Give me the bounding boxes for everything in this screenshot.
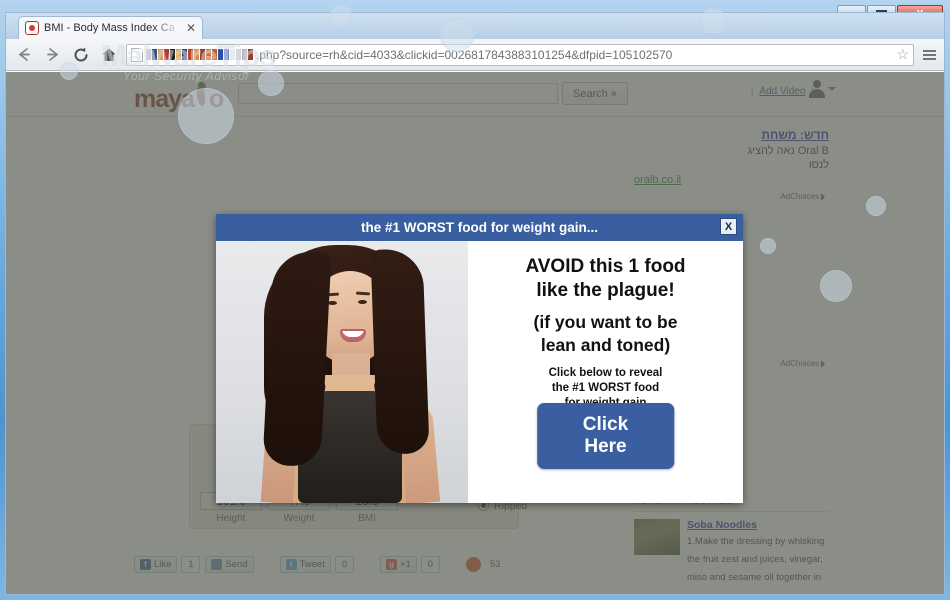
bookmark-star-icon[interactable]: ☆: [892, 46, 909, 63]
popup-line-4: lean and toned): [540, 335, 671, 355]
forward-icon[interactable]: [42, 44, 63, 65]
tab-close-icon[interactable]: ✕: [184, 21, 198, 35]
popup-ad-title: the #1 WORST food for weight gain...: [361, 220, 598, 235]
google-plus-label: +1: [399, 559, 411, 570]
sidebar-ad-1-line2: לנסו: [808, 159, 829, 171]
facebook-like-button[interactable]: f Like: [134, 556, 178, 573]
google-plus-group[interactable]: g +1 0: [379, 556, 440, 573]
social-share-bar: f Like 1 Send t Tweet 0 g +1 0 53: [134, 556, 505, 573]
site-logo[interactable]: maya o: [134, 82, 224, 114]
height-label: Height: [216, 513, 246, 524]
facebook-like-group[interactable]: f Like 1: [134, 556, 201, 573]
logo-text-part1: maya: [134, 85, 195, 113]
popup-line-1: AVOID this 1 food: [525, 256, 686, 277]
tab-strip: BMI - Body Mass Index Ca ✕: [6, 13, 944, 39]
popup-close-icon[interactable]: X: [720, 218, 737, 235]
tab-bmi-calculator[interactable]: BMI - Body Mass Index Ca ✕: [18, 16, 203, 39]
healthy-recipes-panel: HEALTHY RECIPES Soba Noodles 1.Make the …: [634, 496, 829, 594]
adchoices-triangle-icon-2: [821, 359, 829, 368]
chrome-browser: BMI - Body Mass Index Ca ✕ .php?source=r…: [5, 12, 945, 595]
popup-line-5: Click below to reveal: [548, 367, 663, 379]
chrome-menu-icon[interactable]: [921, 49, 936, 60]
other-share-group[interactable]: 53: [465, 556, 506, 573]
header-links: | Add Video |: [751, 86, 814, 97]
click-here-button[interactable]: Click Here: [536, 403, 675, 469]
popup-ad: the #1 WORST food for weight gain... X A…: [216, 214, 743, 503]
other-share-count: 53: [489, 559, 501, 570]
site-favicon-icon: [25, 21, 39, 35]
add-video-link[interactable]: Add Video: [759, 86, 805, 97]
popup-line-3: (if you want to be: [533, 312, 678, 332]
google-plus-button[interactable]: g +1: [379, 556, 417, 573]
twitter-tweet-button[interactable]: t Tweet: [279, 556, 331, 573]
reload-icon[interactable]: [70, 44, 91, 65]
os-window: X BMI - Body Mass Index Ca ✕: [0, 0, 950, 600]
sidebar-ad-1-title[interactable]: חדש: משחת: [634, 128, 829, 142]
avatar-icon: [809, 80, 825, 98]
popup-ad-body: AVOID this 1 food like the plague! (if y…: [216, 241, 743, 503]
adchoices-triangle-icon: [821, 192, 829, 201]
browser-toolbar: .php?source=rh&cid=4033&clickid=00268178…: [6, 39, 944, 71]
adchoices-1[interactable]: AdChoices: [634, 192, 829, 201]
search-input[interactable]: [238, 83, 558, 104]
recipe-thumbnail[interactable]: [634, 519, 680, 555]
popup-ad-header: the #1 WORST food for weight gain... X: [216, 214, 743, 241]
address-bar[interactable]: .php?source=rh&cid=4033&clickid=00268178…: [126, 43, 914, 66]
facebook-send-button[interactable]: Send: [205, 556, 254, 573]
separator-left: |: [750, 86, 754, 97]
url-text: .php?source=rh&cid=4033&clickid=00268178…: [256, 47, 673, 62]
redacted-url-prefix: [146, 49, 253, 60]
twitter-bird-icon: t: [285, 559, 297, 570]
recipe-desc-soba: 1.Make the dressing by whisking the frui…: [687, 536, 825, 594]
google-plus-icon: g: [385, 559, 397, 570]
facebook-icon: f: [140, 559, 151, 570]
facebook-like-count: 1: [181, 556, 201, 573]
user-menu[interactable]: [809, 80, 836, 98]
recipe-item[interactable]: Soba Noodles 1.Make the dressing by whis…: [634, 512, 829, 594]
google-plus-count: 0: [420, 556, 440, 573]
sidebar-ad-1[interactable]: חדש: משחת Oral B נאה להציג לנסו oralb.co…: [634, 124, 829, 201]
site-header: maya o Search » | Add Video |: [6, 72, 944, 117]
popup-line-2: like the plague!: [536, 280, 675, 301]
sidebar-ad-1-url[interactable]: oralb.co.il: [634, 174, 829, 186]
bmi-label: BMI: [358, 513, 376, 524]
tab-title: BMI - Body Mass Index Ca: [44, 22, 175, 34]
facebook-send-label: Send: [225, 559, 248, 570]
page-viewport: maya o Search » | Add Video | Height Wei…: [6, 72, 944, 594]
chevron-down-icon: [828, 86, 836, 95]
home-icon[interactable]: [98, 44, 119, 65]
logo-text-part2: o: [208, 85, 224, 113]
adchoices-1-label: AdChoices: [780, 192, 819, 201]
send-bubble-icon: [211, 559, 223, 570]
popup-line-6: the #1 WORST food: [551, 382, 660, 394]
sidebar-ad-1-line1: Oral B נאה להציג: [747, 145, 829, 157]
adchoices-2-label: AdChoices: [780, 359, 819, 368]
page-document-icon: [131, 47, 143, 62]
back-icon[interactable]: [14, 44, 35, 65]
stumble-icon[interactable]: [465, 557, 481, 572]
facebook-like-label: Like: [154, 559, 172, 570]
popup-ad-copy: AVOID this 1 food like the plague! (if y…: [468, 241, 743, 503]
chili-pepper-icon: [195, 82, 208, 107]
popup-ad-photo: [216, 241, 468, 503]
twitter-group[interactable]: t Tweet 0: [279, 556, 354, 573]
weight-label: Weight: [283, 513, 315, 524]
twitter-label: Tweet: [299, 559, 325, 570]
recipe-title-soba[interactable]: Soba Noodles: [687, 519, 829, 531]
twitter-count: 0: [334, 556, 354, 573]
search-button[interactable]: Search »: [562, 82, 629, 105]
